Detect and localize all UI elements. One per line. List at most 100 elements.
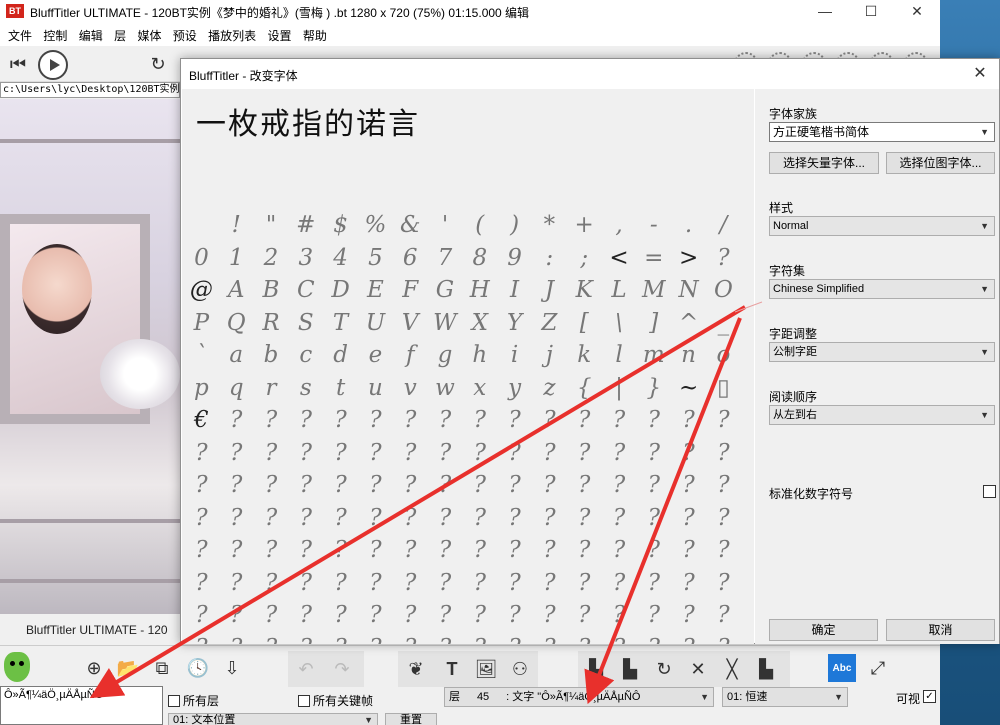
charset-select[interactable]: Chinese Simplified ▼: [769, 279, 995, 299]
keyframe-left-icon[interactable]: ▙: [582, 655, 610, 683]
text-abc-icon[interactable]: Abc: [828, 654, 856, 682]
glyph-cell: ?: [508, 569, 521, 596]
close-window-button[interactable]: ✕: [894, 0, 940, 24]
reading-order-label: 阅读顺序: [769, 390, 818, 404]
glyph-cell: ?: [404, 472, 417, 498]
menu-edit[interactable]: 编辑: [79, 24, 103, 44]
checkbox-box[interactable]: [298, 694, 310, 707]
undo-icon[interactable]: ↶: [292, 655, 320, 683]
import-icon[interactable]: ⇩: [218, 654, 246, 682]
glyph-cell: r: [265, 374, 277, 401]
chevron-down-icon: ▼: [980, 410, 989, 420]
glyph-cell: ?: [612, 439, 626, 466]
glyph-cell: ?: [393, 632, 428, 645]
choose-bitmap-font-button[interactable]: 选择位图字体...: [886, 152, 995, 174]
visible-checkbox[interactable]: ✓: [923, 690, 936, 703]
glyph-cell: ?: [195, 569, 208, 596]
kerning-select[interactable]: 公制字距 ▼: [769, 342, 995, 362]
menu-settings[interactable]: 设置: [268, 24, 292, 44]
shape-icon[interactable]: ❦: [402, 655, 430, 683]
glyph-cell: ?: [578, 504, 591, 531]
speed-select[interactable]: 01: 恒速 ▼: [722, 687, 848, 707]
layer-text-input[interactable]: Ô»Ã¶¼äÖ¸µÄÅµÑÔ: [0, 686, 163, 725]
keyframe-right-icon[interactable]: ▙: [752, 655, 780, 683]
glyph-cell: 0: [194, 244, 209, 271]
delete-keyframe-icon[interactable]: ╳: [718, 655, 746, 683]
glyph-cell: T: [332, 309, 349, 336]
glyph-row: ????????????????: [184, 502, 752, 535]
font-settings-panel: 字体家族 方正硬笔楷书简体 ▼ 选择矢量字体... 选择位图字体... 样式 N…: [755, 89, 999, 644]
menu-control[interactable]: 控制: [43, 24, 67, 44]
glyph-cell: 9: [507, 244, 522, 271]
glyph-cell: ?: [508, 472, 521, 498]
menu-playlist[interactable]: 播放列表: [208, 24, 256, 44]
font-family-label: 字体家族: [769, 107, 818, 121]
all-layers-checkbox[interactable]: 所有层: [168, 692, 219, 709]
shrink-icon[interactable]: ✕: [684, 655, 712, 683]
menu-layer[interactable]: 层: [114, 24, 126, 44]
loop-icon[interactable]: ↻: [650, 655, 678, 683]
visible-label: 可视: [896, 692, 921, 706]
open-folder-icon[interactable]: 📂: [114, 654, 142, 682]
glyph-cell: ?: [578, 407, 591, 433]
property-select[interactable]: 01: 文本位置 ▼: [168, 713, 378, 725]
glyph-cell: ?: [299, 602, 312, 628]
glyph-cell: ?: [264, 439, 278, 466]
style-select[interactable]: Normal ▼: [769, 216, 995, 236]
glyph-cell: E: [367, 277, 384, 303]
app-logo-icon: BT: [6, 4, 24, 18]
menu-help[interactable]: 帮助: [303, 24, 327, 44]
dialog-close-button[interactable]: ✕: [967, 63, 993, 85]
normalize-digits-checkbox[interactable]: [983, 485, 996, 498]
glyph-cell: ~: [678, 374, 699, 401]
glyph-cell: ?: [532, 632, 567, 645]
all-keyframes-checkbox[interactable]: 所有关键帧: [298, 692, 373, 709]
copy-layer-icon[interactable]: ⧉: [148, 654, 176, 682]
clock-icon[interactable]: 🕓: [184, 654, 212, 682]
menu-media[interactable]: 媒体: [137, 24, 161, 44]
glyph-cell: ?: [369, 537, 382, 563]
maximize-button[interactable]: ☐: [848, 0, 894, 24]
glyph-cell: G: [435, 277, 455, 303]
glyph-cell: ?: [230, 407, 243, 433]
fullscreen-icon[interactable]: ⤢: [864, 654, 892, 682]
particles-icon[interactable]: ⚇: [506, 655, 534, 683]
glyph-cell: B: [262, 277, 280, 303]
glyph-cell: F: [402, 277, 419, 303]
glyph-cell: ?: [369, 407, 382, 433]
layer-select[interactable]: 层 45 : 文字 "Ô»Ã¶¼äÖ¸µÄÅµÑÔ ▼: [444, 687, 714, 707]
reading-order-select[interactable]: 从左到右 ▼: [769, 405, 995, 425]
keyframe-icon[interactable]: ▙: [616, 655, 644, 683]
ok-button[interactable]: 确定: [769, 619, 878, 641]
glyph-cell: ?: [508, 407, 521, 433]
menu-file[interactable]: 文件: [8, 24, 32, 44]
previous-icon[interactable]: ⏮: [4, 50, 32, 78]
glyph-cell: ?: [299, 504, 312, 531]
add-layer-icon[interactable]: ⊕: [80, 654, 108, 682]
play-button[interactable]: [38, 50, 68, 80]
preview-decoration: [0, 139, 180, 143]
cancel-button[interactable]: 取消: [886, 619, 995, 641]
reset-button[interactable]: 重置: [385, 713, 437, 725]
glyph-cell: ?: [334, 504, 347, 531]
minimize-button[interactable]: —: [802, 0, 848, 24]
glyph-cell: %: [364, 212, 387, 238]
glyph-cell: ?: [404, 537, 417, 563]
glyph-cell: $: [333, 212, 348, 238]
checkbox-box[interactable]: [168, 694, 180, 707]
image-icon[interactable]: 🖼: [472, 655, 500, 683]
video-preview[interactable]: [0, 99, 180, 614]
glyph-cell: ?: [195, 537, 208, 563]
glyph-cell: ?: [334, 569, 347, 596]
glyph-row: ????????????????: [184, 534, 752, 567]
glyph-cell: ?: [473, 602, 486, 628]
glyph-cell: ?: [682, 407, 695, 433]
menu-presets[interactable]: 预设: [173, 24, 197, 44]
redo-icon[interactable]: ↷: [328, 655, 356, 683]
refresh-icon[interactable]: ↻: [144, 50, 172, 78]
glyph-cell: 8: [472, 244, 488, 271]
text-icon[interactable]: T: [438, 655, 466, 683]
font-family-select[interactable]: 方正硬笔楷书简体 ▼: [769, 122, 995, 142]
choose-vector-font-button[interactable]: 选择矢量字体...: [769, 152, 879, 174]
glyph-cell: w: [435, 374, 455, 401]
